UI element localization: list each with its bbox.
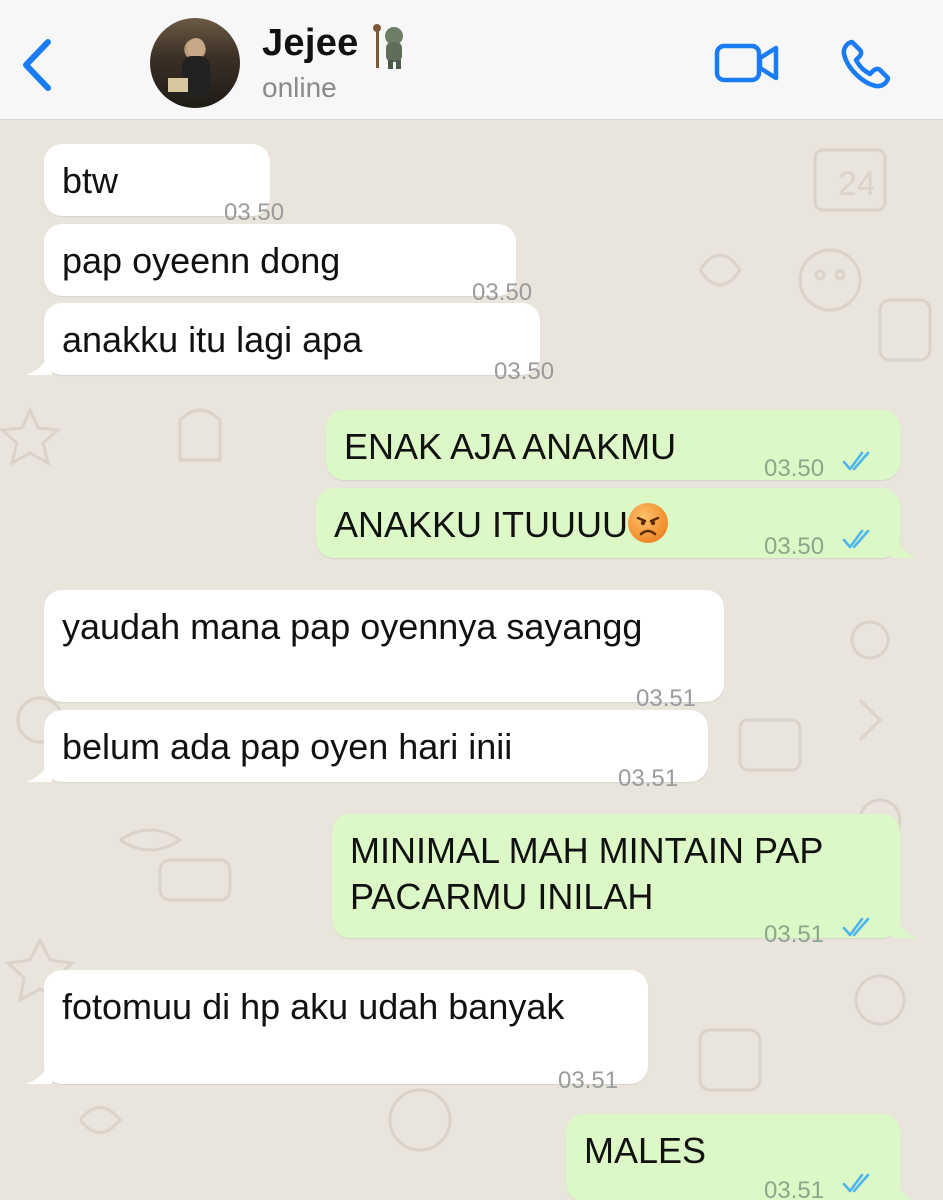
incoming-message-bubble[interactable]: btw 03.50 [44,144,284,226]
contact-status: online [262,72,337,103]
message-text: fotomuu di hp aku udah banyak [62,986,565,1027]
message-time: 03.51 [764,921,825,948]
video-camera-icon[interactable] [714,42,780,84]
incoming-message-bubble[interactable]: anakku itu lagi apa 03.50 [26,303,554,385]
outgoing-message-bubble[interactable]: MALES 03.51 [566,1114,914,1200]
chevron-left-icon[interactable] [18,36,58,94]
message-time: 03.51 [558,1067,619,1094]
avatar[interactable] [150,18,240,108]
bubble-tail [892,1176,914,1200]
outgoing-message-bubble[interactable]: ANAKKU ITUUUU 03.50 [316,488,918,560]
message-list[interactable]: 24 btw 03.50 pap oyeenn dong 03.50 anakku it… [0,120,943,1200]
outgoing-message-bubble[interactable]: MINIMAL MAH MINTAIN PAP PACARMU INILAH 03… [332,814,918,948]
read-receipt-icon [842,451,870,471]
message-text: belum ada pap oyen hari inii [62,726,513,767]
message-text: pap oyeenn dong [62,240,341,281]
contact-name[interactable]: Jejee [262,22,359,65]
bubble-tail [892,912,918,938]
incoming-message-bubble[interactable]: fotomuu di hp aku udah banyak 03.51 [26,970,648,1094]
message-text: btw [62,160,119,201]
message-time: 03.51 [618,765,679,792]
svg-text:24: 24 [838,165,876,203]
incoming-message-bubble[interactable]: pap oyeenn dong 03.50 [44,224,532,306]
message-time: 03.50 [764,455,825,482]
troll-emoji-icon [373,24,403,69]
bubble-tail [892,532,918,558]
message-text: anakku itu lagi apa [62,319,363,360]
message-text: MALES [584,1130,707,1171]
bubble-tail [26,349,52,375]
message-time: 03.51 [764,1177,825,1200]
outgoing-message-bubble[interactable]: ENAK AJA ANAKMU 03.50 [326,410,900,482]
bubble-tail [26,1058,52,1084]
angry-face-emoji-icon [628,503,669,543]
message-text: yaudah mana pap oyennya sayangg [62,606,643,647]
message-text: ANAKKU ITUUUU [334,502,669,548]
read-receipt-icon [842,1173,870,1193]
chat-header: Jejee online [0,0,943,120]
message-time: 03.50 [764,533,825,560]
message-text: MINIMAL MAH MINTAIN PAP PACARMU INILAH [350,830,824,917]
message-text: ENAK AJA ANAKMU [344,426,677,467]
read-receipt-icon [842,529,870,549]
message-time: 03.50 [494,358,555,385]
read-receipt-icon [842,917,870,937]
bubble-tail [26,756,52,782]
incoming-message-bubble[interactable]: yaudah mana pap oyennya sayangg 03.51 [44,590,724,712]
phone-icon[interactable] [838,36,894,92]
incoming-message-bubble[interactable]: belum ada pap oyen hari inii 03.51 [26,710,708,792]
